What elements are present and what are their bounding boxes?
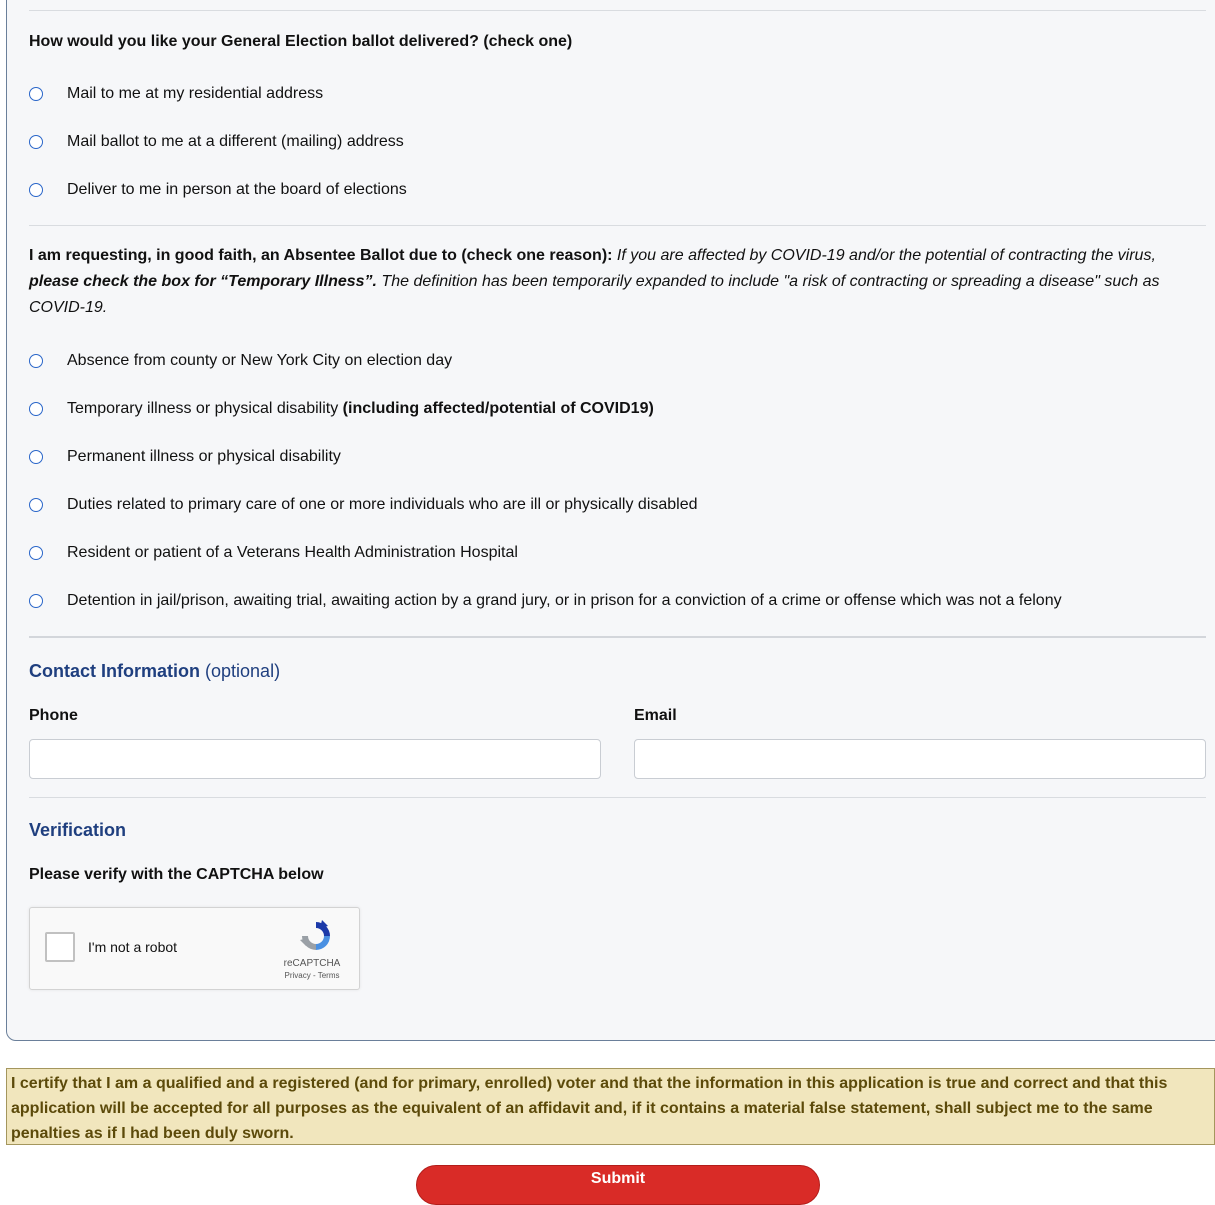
reason-option-absence[interactable]: Absence from county or New York City on … [29, 349, 452, 373]
optional-label: (optional) [205, 661, 281, 681]
radio-label: Duties related to primary care of one or… [67, 496, 698, 513]
radio-button[interactable] [29, 546, 43, 560]
phone-input[interactable] [29, 739, 601, 779]
recaptcha-label: I'm not a robot [88, 939, 178, 955]
divider [29, 225, 1206, 226]
recaptcha-checkbox[interactable] [45, 932, 75, 962]
radio-button[interactable] [29, 87, 43, 101]
contact-section-title: Contact Information (optional) [29, 661, 280, 682]
submit-button[interactable]: Submit [416, 1165, 820, 1205]
reason-option-veterans-hospital[interactable]: Resident or patient of a Veterans Health… [29, 541, 518, 565]
captcha-prompt: Please verify with the CAPTCHA below [29, 866, 324, 883]
radio-button[interactable] [29, 402, 43, 416]
section-divider [29, 636, 1206, 638]
radio-label: Deliver to me in person at the board of … [67, 181, 407, 198]
reason-note-emphasis: please check the box for “Temporary Illn… [29, 273, 377, 290]
radio-button[interactable] [29, 594, 43, 608]
reason-option-detention[interactable]: Detention in jail/prison, awaiting trial… [29, 589, 1062, 613]
recaptcha-logo-icon [300, 920, 330, 950]
radio-button[interactable] [29, 183, 43, 197]
radio-button[interactable] [29, 450, 43, 464]
certification-notice: I certify that I am a qualified and a re… [6, 1068, 1215, 1145]
radio-button[interactable] [29, 498, 43, 512]
recaptcha-links[interactable]: Privacy - Terms [270, 971, 354, 980]
radio-button[interactable] [29, 135, 43, 149]
radio-label-emphasis: (including affected/potential of COVID19… [342, 400, 654, 417]
delivery-option-in-person[interactable]: Deliver to me in person at the board of … [29, 178, 407, 202]
recaptcha-brand: reCAPTCHA [283, 958, 341, 969]
divider [29, 797, 1206, 798]
radio-label: Resident or patient of a Veterans Health… [67, 544, 518, 561]
radio-label: Mail to me at my residential address [67, 85, 324, 102]
radio-label: Mail ballot to me at a different (mailin… [67, 133, 404, 150]
radio-label: Temporary illness or physical disability… [67, 400, 654, 418]
radio-label: Detention in jail/prison, awaiting trial… [67, 592, 1062, 609]
reason-option-primary-care[interactable]: Duties related to primary care of one or… [29, 493, 698, 517]
contact-title-text: Contact Information [29, 661, 200, 681]
reason-option-temporary-illness[interactable]: Temporary illness or physical disability… [29, 397, 654, 421]
radio-button[interactable] [29, 354, 43, 368]
verification-section-title: Verification [29, 820, 127, 840]
recaptcha-widget: I'm not a robot reCAPTCHA Privacy - Term… [29, 907, 360, 990]
reason-note-text: If you are affected by COVID-19 and/or t… [612, 247, 1156, 264]
radio-label: Permanent illness or physical disability [67, 448, 341, 465]
delivery-option-mailing[interactable]: Mail ballot to me at a different (mailin… [29, 130, 404, 154]
delivery-question: How would you like your General Election… [29, 33, 573, 50]
reason-lead: I am requesting, in good faith, an Absen… [29, 247, 613, 264]
form-panel [6, 0, 1215, 1041]
radio-label: Absence from county or New York City on … [67, 352, 453, 369]
divider [29, 10, 1206, 11]
phone-label: Phone [29, 707, 78, 724]
email-label: Email [634, 707, 677, 724]
radio-label-text: Temporary illness or physical disability [67, 400, 339, 417]
email-input[interactable] [634, 739, 1206, 779]
reason-intro: I am requesting, in good faith, an Absen… [29, 243, 1209, 321]
delivery-option-residential[interactable]: Mail to me at my residential address [29, 82, 323, 106]
reason-option-permanent-illness[interactable]: Permanent illness or physical disability [29, 445, 341, 469]
